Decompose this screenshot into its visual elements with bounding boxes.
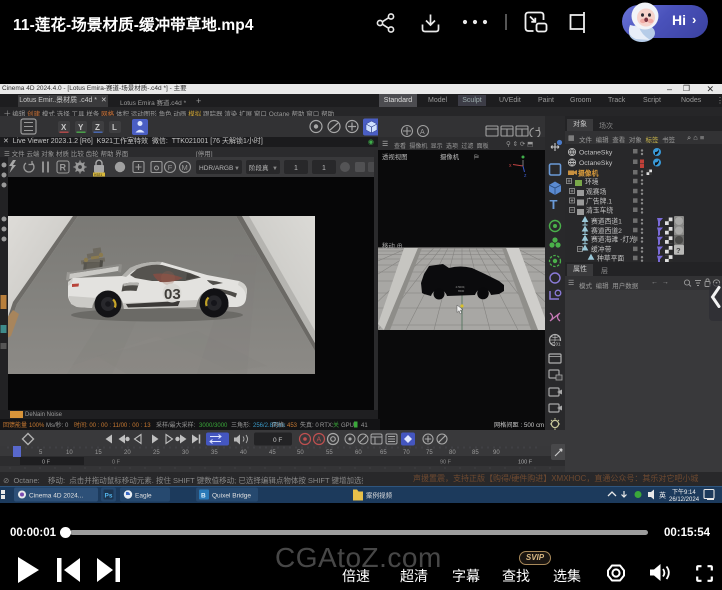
svg-text:三角形:: 三角形: [231,421,251,429]
svg-text:A: A [317,437,322,444]
svg-text:摄像机: 摄像机 [440,152,460,161]
svg-text:6500: 6500 [458,289,465,293]
svg-text:15: 15 [95,450,102,456]
svg-text:35: 35 [211,450,218,456]
svg-text:赛道西道2: 赛道西道2 [591,226,622,235]
svg-text:65: 65 [380,450,387,456]
svg-text:清玉车绕: 清玉车绕 [586,206,613,215]
svg-text:0 F: 0 F [273,437,282,444]
svg-text:Cinema 4D 2024...: Cinema 4D 2024... [29,493,83,500]
svg-text:60: 60 [355,450,362,456]
svg-text:案例视频: 案例视频 [366,491,393,500]
svg-text:种草平面: 种草平面 [597,254,624,262]
svg-text:失真: 0: 失真: 0 [300,421,319,429]
svg-text:?: ? [676,246,681,255]
svg-text:80: 80 [449,450,456,456]
svg-text:⛿: ⛿ [474,154,479,161]
svg-text:01: 01 [556,342,562,347]
svg-text:网格:: 网格: [272,421,286,429]
svg-text:▼: ▼ [234,166,240,172]
svg-text:GPU:: GPU: [341,423,356,429]
svg-text:观赛场: 观赛场 [586,187,607,196]
svg-text:0 F: 0 F [112,460,121,466]
svg-text:赛道西道1: 赛道西道1 [591,216,622,225]
svg-text:下午9:14: 下午9:14 [672,488,696,496]
svg-text:L: L [112,123,117,132]
svg-text:3000/3000: 3000/3000 [199,423,228,429]
svg-text:OctaneSky: OctaneSky [579,160,613,167]
svg-text:75: 75 [426,450,433,456]
svg-text:M: M [182,163,188,172]
svg-text:回馈能量: 回馈能量 [3,421,27,429]
svg-text:透视视图: 透视视图 [382,152,408,161]
svg-text:85: 85 [472,450,479,456]
svg-text:OctaneSky: OctaneSky [579,150,613,157]
svg-text:Ps: Ps [105,493,113,500]
svg-text:▼: ▼ [272,166,278,172]
svg-text:1: 1 [322,165,326,172]
svg-text:广告牌.1: 广告牌.1 [586,196,612,205]
svg-text:T: T [550,197,558,212]
svg-text:HDR/ARGB: HDR/ARGB [199,165,233,172]
svg-text:环境: 环境 [585,177,599,186]
svg-text:25: 25 [153,450,160,456]
svg-text:Y: Y [78,123,84,132]
svg-text:30: 30 [182,450,189,456]
svg-text:100 F: 100 F [518,460,533,466]
svg-text:网格间距 : 500 cm: 网格间距 : 500 cm [494,421,544,429]
svg-text:26/12/2024: 26/12/2024 [669,497,700,503]
svg-text:100%: 100% [29,423,45,429]
svg-text:10: 10 [66,450,73,456]
svg-text:40: 40 [240,450,247,456]
svg-text:70: 70 [403,450,410,456]
svg-text:1: 1 [294,165,298,172]
svg-text:F: F [168,163,173,172]
svg-text:缓冲带: 缓冲带 [591,245,612,254]
svg-text:Quixel Bridge: Quixel Bridge [212,493,251,500]
svg-text:采样/最大采样:: 采样/最大采样: [156,421,196,429]
svg-text:55: 55 [326,450,333,456]
svg-text:英: 英 [659,491,666,500]
svg-text:45: 45 [269,450,276,456]
svg-text:0 F: 0 F [42,460,51,466]
svg-text:Z: Z [95,123,100,132]
svg-text:A: A [420,129,425,136]
svg-text:03: 03 [164,286,181,303]
svg-text:90: 90 [493,450,500,456]
svg-text:50: 50 [297,450,304,456]
svg-text:关: 关 [333,421,339,429]
svg-text:Ms/秒: 0: Ms/秒: 0 [46,421,69,429]
svg-text:B: B [201,493,206,500]
svg-text:R: R [60,163,67,173]
svg-text:RTX:: RTX: [320,423,334,429]
svg-text:20: 20 [124,450,131,456]
svg-text:时间: 00 : 00 : 11/00 : 00 : 13: 时间: 00 : 00 : 11/00 : 00 : 13 [74,421,151,429]
svg-text:41: 41 [361,423,368,429]
svg-text:阶段真: 阶段真 [249,163,269,172]
svg-text:Eagle: Eagle [135,493,152,500]
svg-text:摄像机: 摄像机 [578,168,599,177]
svg-text:X: X [61,123,67,132]
svg-text:移动 ⊕: 移动 ⊕ [382,241,403,250]
svg-text:453: 453 [287,423,298,429]
svg-text:90 F: 90 F [440,460,452,466]
svg-text:赛道海滩 -灯光: 赛道海滩 -灯光 [591,235,636,244]
